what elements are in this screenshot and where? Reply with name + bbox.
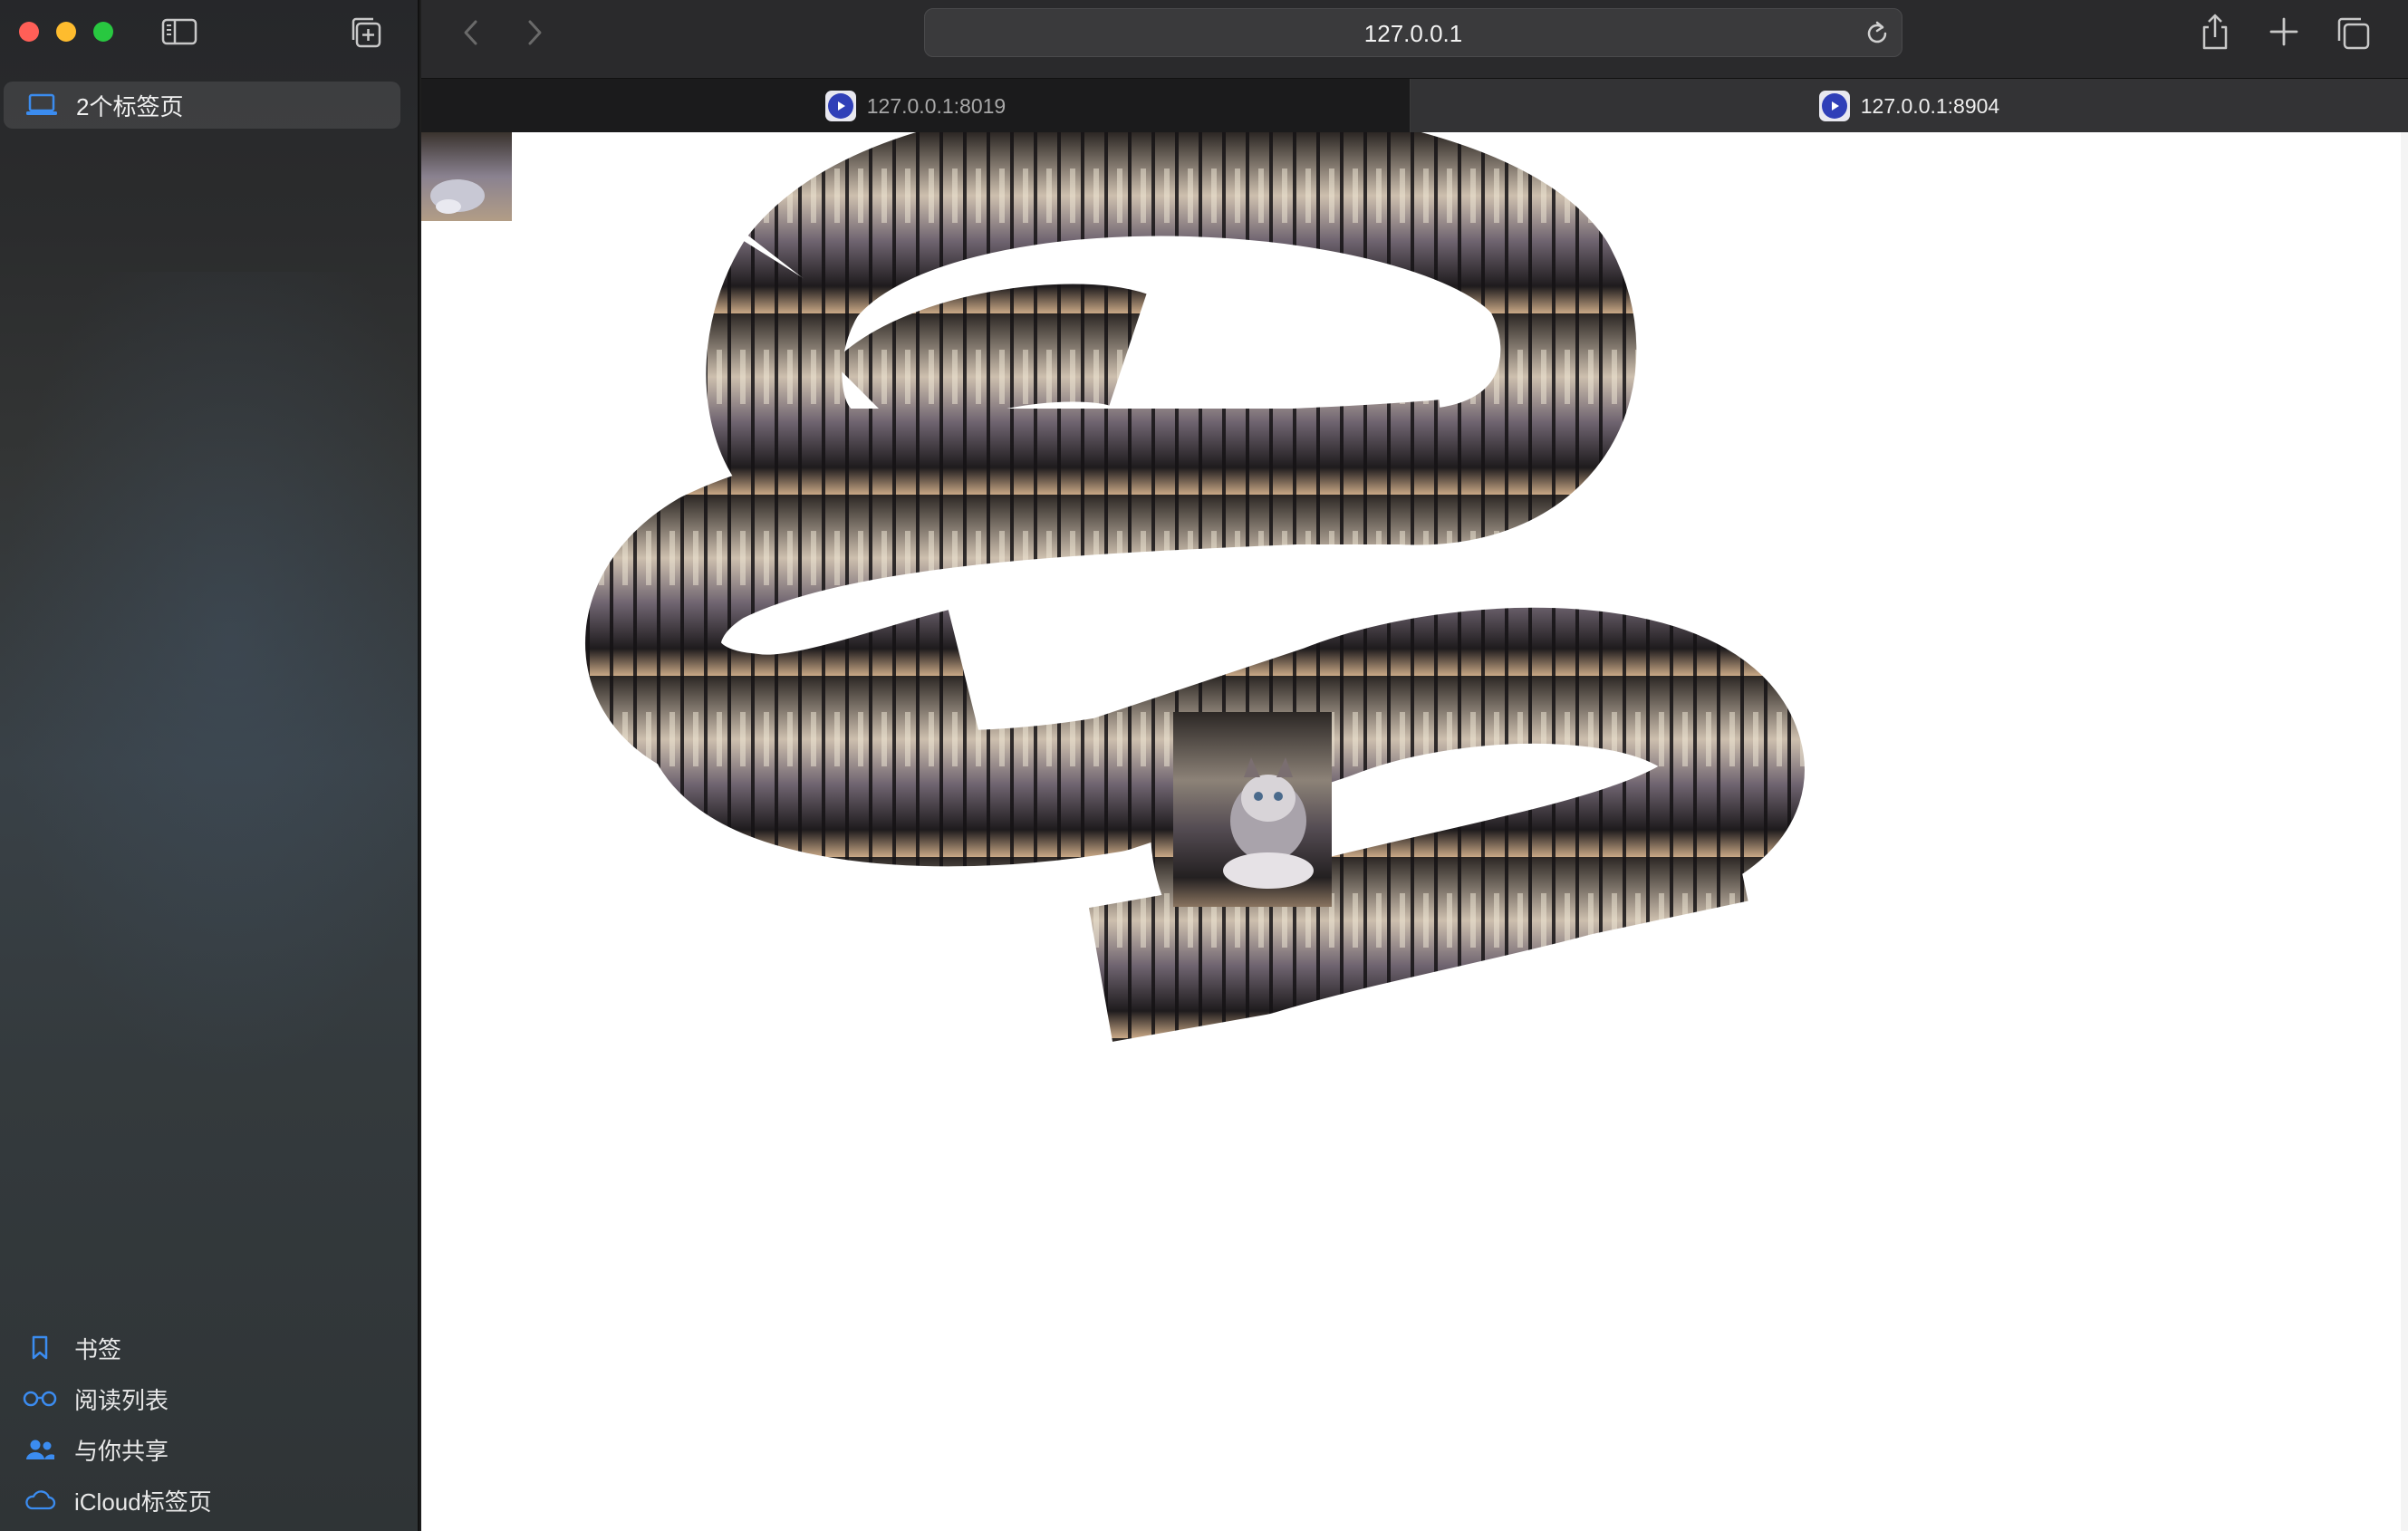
- scrollbar[interactable]: [2401, 132, 2408, 1531]
- address-text: 127.0.0.1: [1363, 20, 1463, 47]
- new-tab-group-icon[interactable]: [350, 16, 382, 49]
- web-content: [421, 132, 2408, 1531]
- sidebar: 2个标签页 书签 阅读列表 与你共享 iCloud标签页: [0, 0, 419, 1531]
- sidebar-item-label: 与你共享: [74, 1437, 169, 1465]
- tab-group-label: 2个标签页: [76, 92, 184, 120]
- tab-overview-icon[interactable]: [2335, 14, 2371, 51]
- reload-icon[interactable]: [1864, 20, 1891, 47]
- sidebar-item-shared-with-you[interactable]: 与你共享: [0, 1424, 419, 1475]
- sidebar-item-label: 阅读列表: [74, 1386, 169, 1414]
- tab-group-item[interactable]: 2个标签页: [4, 82, 400, 129]
- sidebar-item-icloud-tabs[interactable]: iCloud标签页: [0, 1475, 419, 1526]
- zoom-window-button[interactable]: [93, 22, 113, 42]
- laptop-icon: [25, 93, 58, 117]
- back-icon[interactable]: [458, 16, 485, 49]
- sidebar-item-label: 书签: [74, 1335, 122, 1363]
- close-window-button[interactable]: [19, 22, 39, 42]
- tab-127-0-0-1-8019[interactable]: 127.0.0.1:8019: [421, 79, 1411, 133]
- toolbar: 127.0.0.1: [421, 0, 2408, 78]
- tab-label: 127.0.0.1:8019: [866, 93, 1007, 118]
- address-bar[interactable]: 127.0.0.1: [924, 8, 1902, 57]
- forward-icon[interactable]: [521, 16, 548, 49]
- reading-list-icon: [22, 1384, 58, 1413]
- shared-with-you-icon: [22, 1435, 58, 1464]
- new-tab-icon[interactable]: [2267, 14, 2301, 49]
- sidebar-toggle-icon[interactable]: [161, 18, 197, 45]
- tab-bar: 127.0.0.1:8019 127.0.0.1:8904: [421, 78, 2408, 133]
- sidebar-footer: 书签 阅读列表 与你共享 iCloud标签页: [0, 1323, 419, 1526]
- site-favicon-icon: [1818, 91, 1850, 121]
- icloud-icon: [22, 1486, 58, 1515]
- sidebar-item-bookmarks[interactable]: 书签: [0, 1323, 419, 1373]
- tab-label: 127.0.0.1:8904: [1860, 93, 2000, 118]
- kitten-ribbon-artwork: [585, 132, 1805, 1042]
- sidebar-item-label: iCloud标签页: [74, 1488, 212, 1516]
- bookmark-icon: [22, 1334, 58, 1362]
- sidebar-item-reading-list[interactable]: 阅读列表: [0, 1373, 419, 1424]
- share-icon[interactable]: [2199, 13, 2231, 51]
- minimize-window-button[interactable]: [56, 22, 76, 42]
- tab-127-0-0-1-8904[interactable]: 127.0.0.1:8904: [1411, 79, 2408, 133]
- site-favicon-icon: [824, 91, 856, 121]
